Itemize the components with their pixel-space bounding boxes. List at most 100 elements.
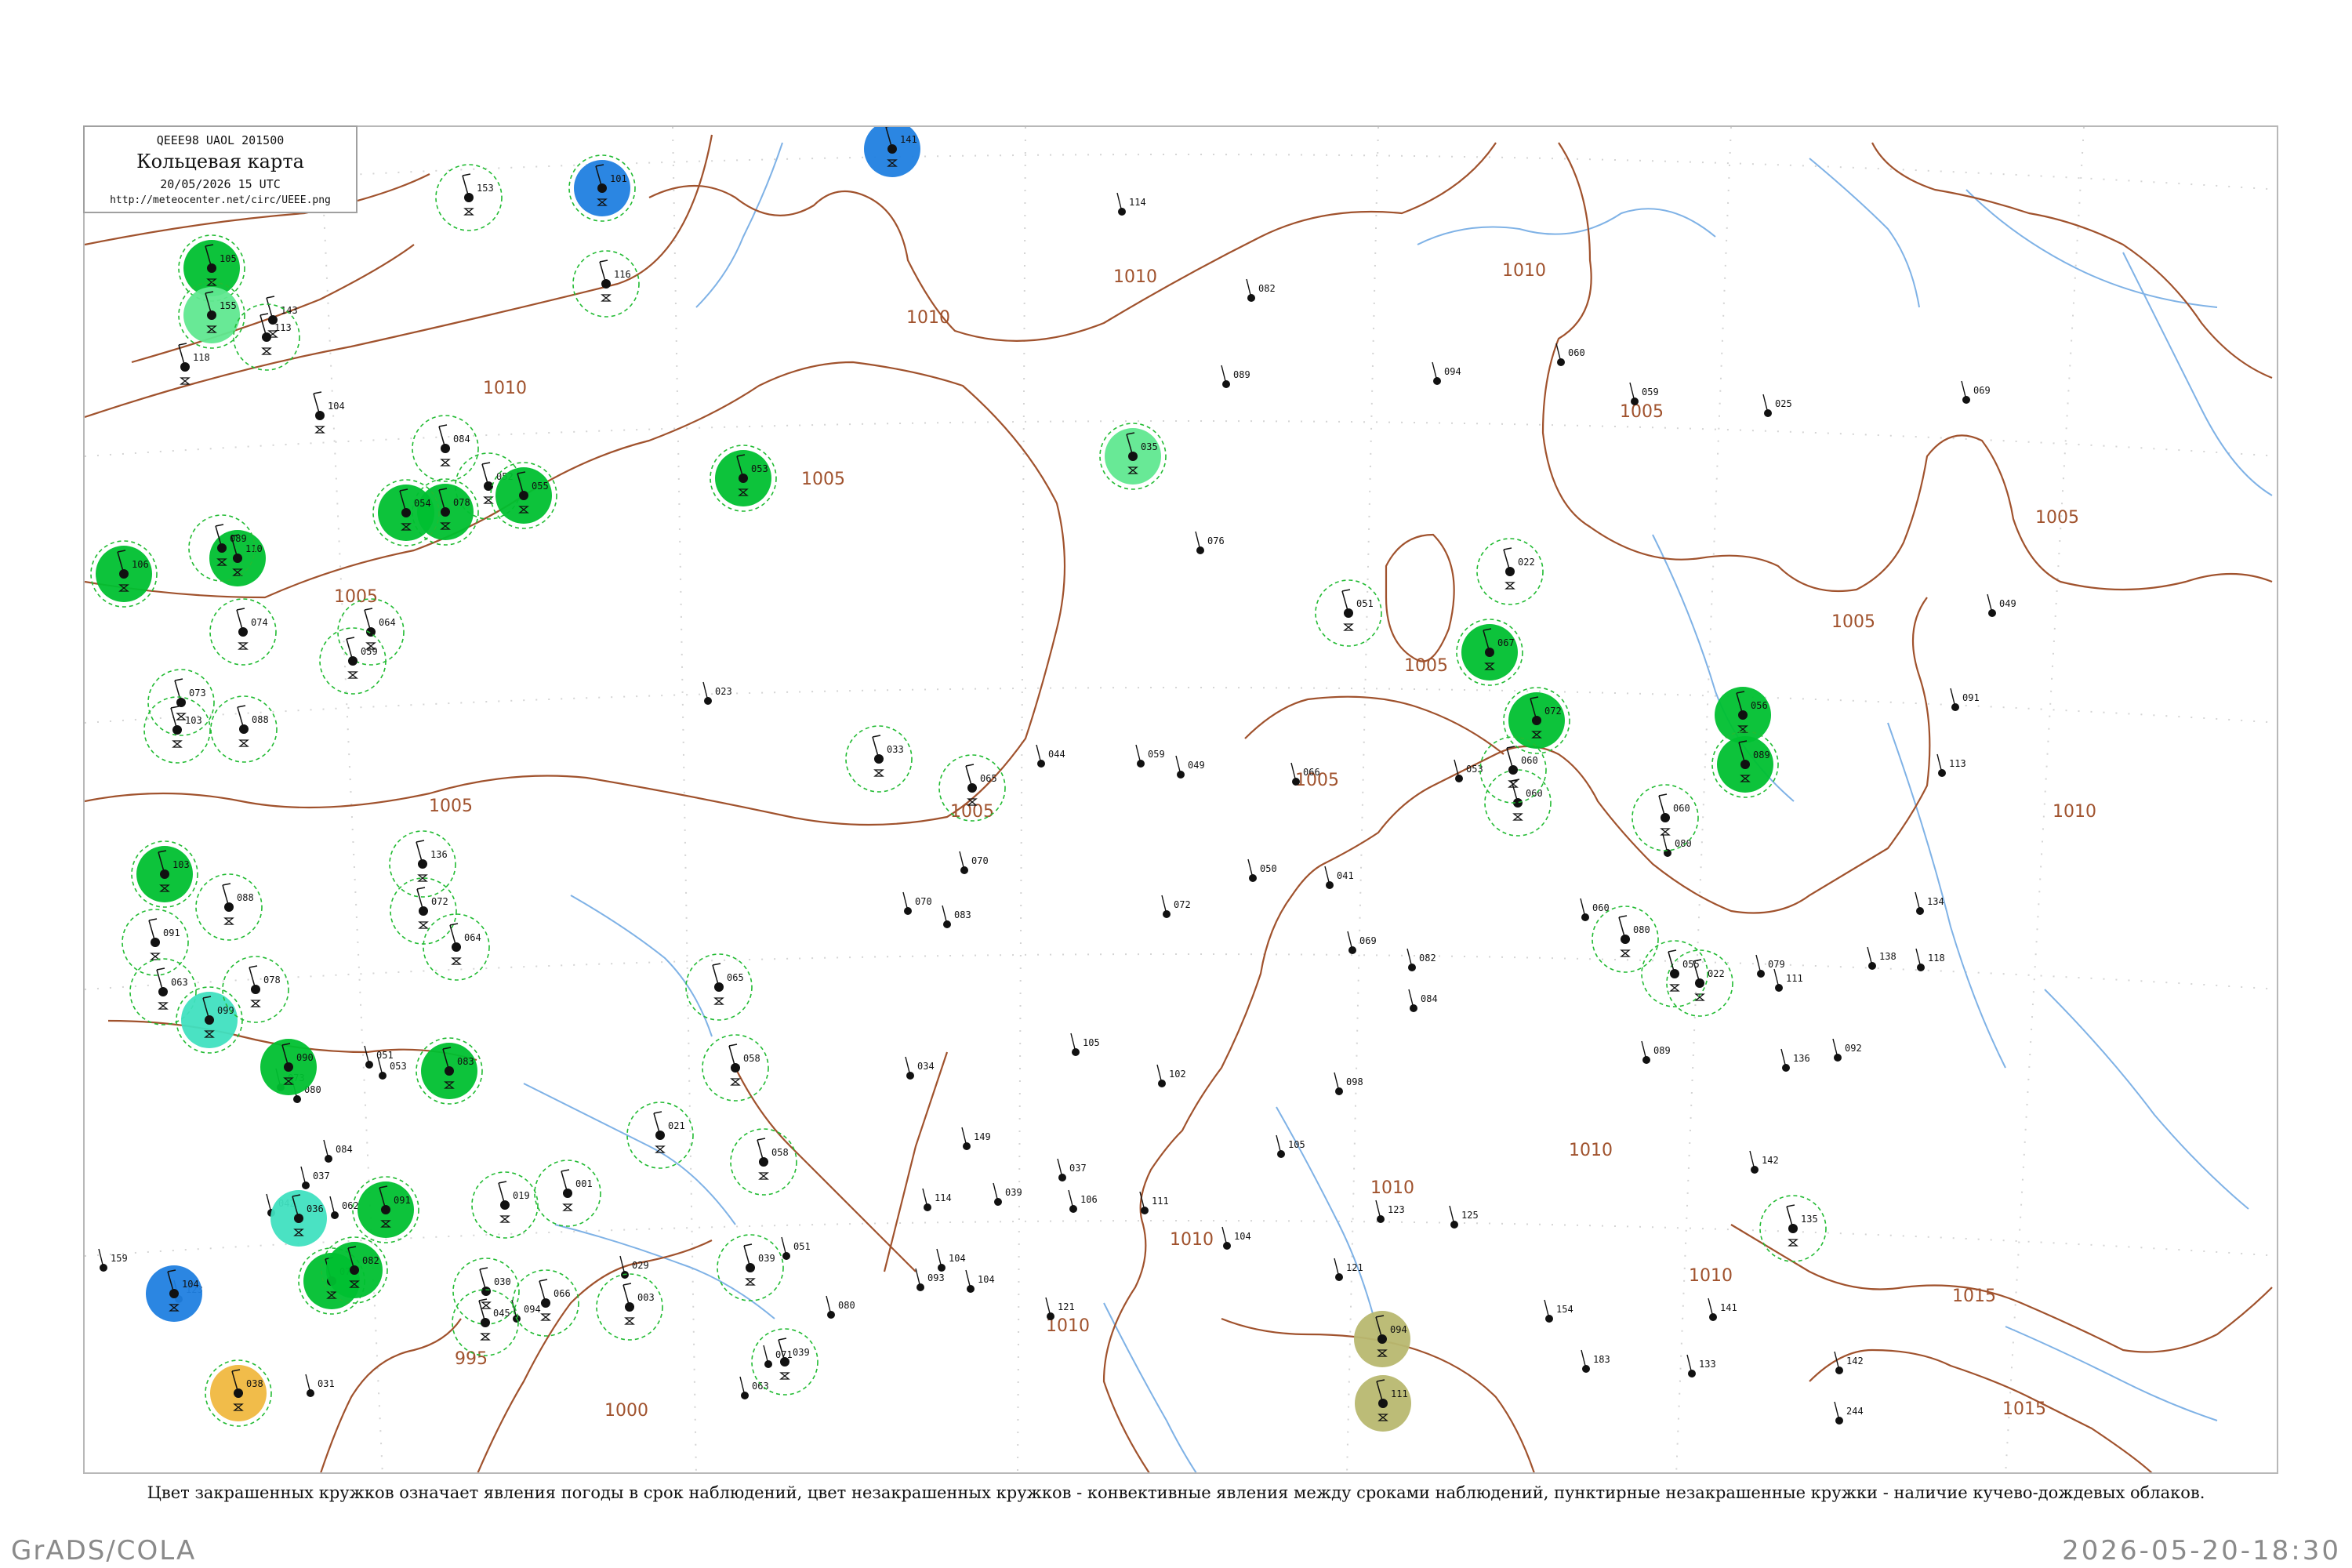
weather-station: 099: [176, 986, 243, 1054]
station-plot: 092: [1832, 1038, 1862, 1062]
weather-station: 155: [178, 281, 245, 349]
wind-barb-icon: [1786, 1204, 1795, 1207]
station-pressure-value: 059: [1642, 387, 1659, 397]
station-pressure-value: 055: [532, 481, 549, 492]
wind-barb-icon: [622, 1283, 632, 1286]
present-weather-icon: [261, 347, 272, 355]
station-pressure-value: 021: [668, 1120, 685, 1131]
station-pressure-value: 067: [1497, 637, 1515, 648]
station-pressure-value: 103: [185, 715, 202, 726]
isobar-label: 1010: [2053, 802, 2096, 822]
isobar-label: 1000: [604, 1401, 648, 1421]
weather-station: 080: [1592, 906, 1659, 973]
weather-station: 022: [1476, 538, 1544, 605]
station-pressure-value: 044: [1048, 749, 1065, 760]
station-plot: 111: [1139, 1191, 1169, 1214]
wind-barb-icon: [1668, 949, 1677, 953]
station-pressure-value: 080: [838, 1300, 855, 1311]
station-pressure-value: 089: [1653, 1045, 1671, 1056]
station-plot: 159: [98, 1248, 128, 1272]
isobar-label: 1005: [2035, 508, 2079, 528]
station-pressure-value: 094: [1390, 1324, 1407, 1335]
station-pressure-value: 065: [980, 773, 997, 784]
station-pressure-value: 082: [1419, 953, 1436, 964]
station-plot: 049: [1987, 593, 2016, 617]
isobars: [85, 134, 2273, 1472]
station-pressure-value: 084: [336, 1144, 353, 1155]
weather-station: 084: [412, 415, 479, 482]
station-pressure-value: 082: [1258, 283, 1276, 294]
station-pressure-value: 072: [1544, 706, 1562, 717]
weather-station: 072: [390, 877, 457, 945]
isobar-labels: 1010 1010 1010 1005 1005 1005 1005 1005 …: [334, 261, 2096, 1421]
wind-barb-icon: [479, 1267, 488, 1270]
weather-station: 091: [122, 909, 189, 976]
station-pressure-value: 019: [513, 1190, 530, 1201]
legend-url[interactable]: http://meteocenter.net/circ/UEEE.png: [85, 194, 356, 206]
footer-timestamp: 2026-05-20-18:30: [2062, 1535, 2341, 1566]
station-plot: 121: [1334, 1258, 1363, 1281]
present-weather-icon: [1660, 828, 1671, 836]
present-weather-icon: [481, 1301, 492, 1309]
wind-barb-icon: [313, 391, 322, 394]
station-plot: 079: [1755, 954, 1785, 978]
isobar-label: 1005: [334, 587, 378, 607]
station-pressure-value: 125: [1461, 1210, 1479, 1221]
station-plot: 125: [1449, 1205, 1479, 1229]
station-pressure-value: 078: [453, 497, 470, 508]
station-plot: 089: [1641, 1040, 1671, 1064]
station-plot: 104: [936, 1248, 966, 1272]
isobar-label: 1010: [1170, 1230, 1214, 1250]
weather-station: 036: [270, 1190, 327, 1247]
weather-station: 104: [146, 1265, 202, 1322]
station-plot: 113: [1936, 753, 1966, 777]
station-pressure-value: 106: [132, 559, 149, 570]
station-pressure-value: 091: [1962, 692, 1980, 703]
station-pressure-value: 104: [949, 1253, 966, 1264]
station-pressure-value: 041: [1337, 870, 1354, 881]
isobar-label: 1010: [906, 308, 950, 328]
wind-barb-icon: [1658, 793, 1668, 797]
station-pressure-value: 153: [477, 183, 494, 194]
station-plot: 049: [1175, 755, 1205, 779]
weather-station: 103: [131, 840, 198, 908]
station-pressure-value: 049: [1188, 760, 1205, 771]
weather-station: 111: [1355, 1375, 1411, 1432]
weather-station: 089: [1711, 731, 1779, 798]
wind-barb-icon: [416, 840, 425, 843]
station-pressure-value: 083: [457, 1056, 474, 1067]
station-pressure-value: 105: [1288, 1139, 1305, 1150]
station-pressure-value: 183: [1593, 1354, 1610, 1365]
station-plot: 141: [1708, 1298, 1737, 1321]
wind-barb-icon: [148, 918, 158, 921]
weather-station: 101: [568, 154, 636, 222]
wind-barb-icon: [1503, 547, 1512, 550]
station-pressure-value: 114: [1129, 197, 1146, 208]
station-pressure-value: 055: [1682, 959, 1700, 970]
station-plot: 244: [1834, 1401, 1864, 1425]
station-pressure-value: 038: [246, 1378, 263, 1389]
wind-barb-icon: [462, 173, 471, 176]
wind-barb-icon: [653, 1111, 662, 1114]
station-plot: 039: [993, 1182, 1022, 1206]
weather-station: 088: [210, 695, 278, 763]
map-caption: Цвет закрашенных кружков означает явлени…: [147, 1483, 2205, 1502]
station-pressure-value: 118: [193, 352, 210, 363]
present-weather-icon: [223, 917, 234, 925]
station-pressure-value: 104: [978, 1274, 995, 1285]
wind-barb-icon: [416, 887, 426, 890]
weather-station: 116: [572, 250, 640, 318]
present-weather-icon: [180, 377, 191, 385]
station-pressure-value: 045: [493, 1308, 510, 1319]
station-plot: 082: [1406, 948, 1436, 971]
wind-barb-icon: [266, 296, 275, 299]
station-plot: 059: [1135, 744, 1165, 768]
station-pressure-value: 141: [1720, 1302, 1737, 1313]
station-plot: 084: [1408, 989, 1438, 1012]
station-plot: 102: [1156, 1064, 1186, 1087]
station-pressure-value: 072: [431, 896, 448, 907]
station-pressure-value: 143: [281, 305, 298, 316]
station-pressure-value: 063: [171, 977, 188, 988]
weather-station: 091: [352, 1176, 419, 1243]
weather-station: 074: [209, 598, 277, 666]
